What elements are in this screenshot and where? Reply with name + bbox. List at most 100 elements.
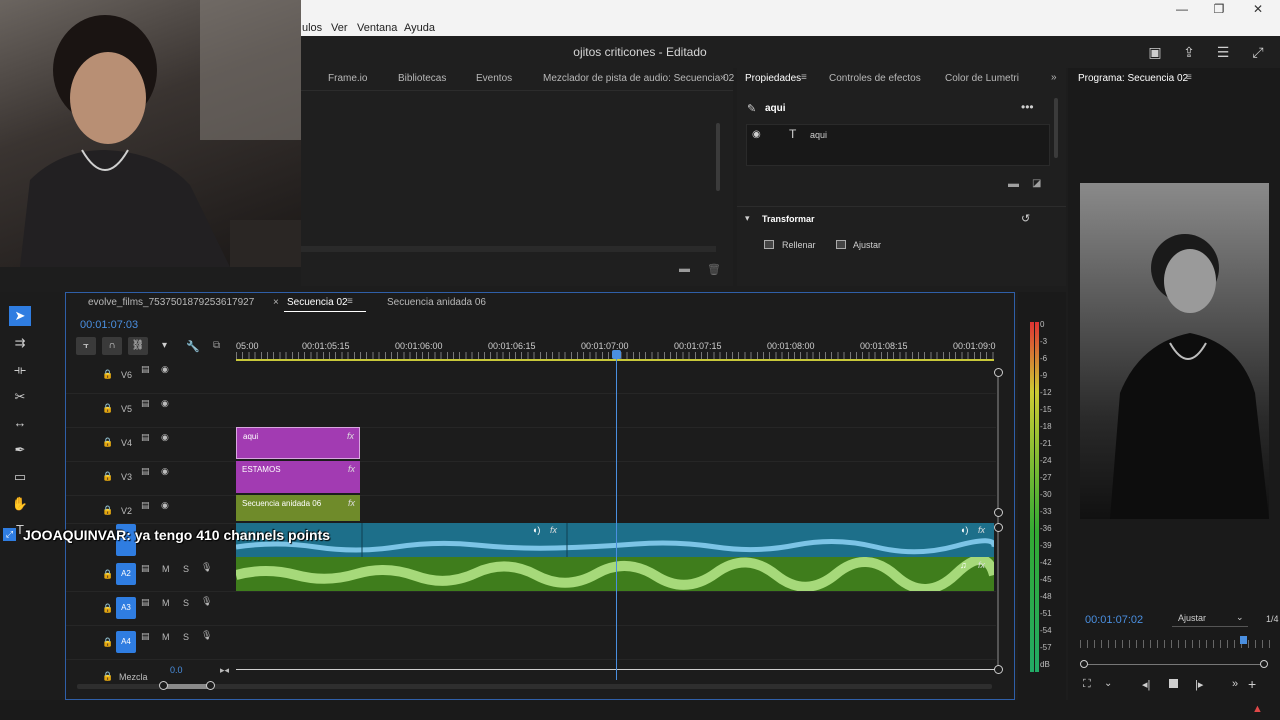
zoom-handle-right[interactable]: [1260, 660, 1268, 668]
lock-icon[interactable]: 🔒: [102, 505, 113, 516]
track-label-v4[interactable]: V4: [121, 438, 132, 448]
stop-icon[interactable]: [1169, 679, 1178, 688]
track-label-v6[interactable]: V6: [121, 370, 132, 380]
sync-lock-icon[interactable]: ▤: [141, 500, 150, 511]
microphone-icon[interactable]: 🎙: [201, 630, 212, 641]
tab-nested-sequence-06[interactable]: Secuencia anidada 06: [387, 297, 486, 308]
mute-button[interactable]: M: [162, 598, 170, 608]
tab-sequence-evolve[interactable]: evolve_films_7537501879253617927: [88, 297, 254, 308]
scroll-handle[interactable]: [994, 665, 1003, 674]
menu-item-window[interactable]: Ventana: [357, 22, 397, 34]
minimize-button[interactable]: —: [1162, 2, 1202, 18]
insert-nested-icon[interactable]: ⫟: [76, 337, 96, 355]
fx-badge[interactable]: fx: [347, 431, 354, 441]
rectangle-tool-icon[interactable]: ▭: [9, 467, 31, 487]
chevron-down-icon[interactable]: ⌄: [1104, 678, 1112, 689]
fit-checkbox[interactable]: [836, 240, 846, 249]
track-label-v2[interactable]: V2: [121, 506, 132, 516]
scroll-handle[interactable]: [994, 523, 1003, 532]
maximize-button[interactable]: ❐: [1199, 2, 1239, 18]
menu-item-clips[interactable]: ulos: [302, 22, 322, 34]
tab-effect-controls[interactable]: Controles de efectos: [829, 73, 921, 84]
resolution-dropdown[interactable]: 1/4: [1266, 614, 1279, 624]
sync-lock-icon[interactable]: ▤: [141, 563, 150, 574]
chevron-down-icon[interactable]: ▾: [745, 213, 750, 224]
razor-tool-icon[interactable]: ✂: [9, 387, 31, 407]
tab-audio-mixer[interactable]: Mezclador de pista de audio: Secuencia 0…: [543, 73, 734, 84]
add-button-icon[interactable]: +: [1248, 676, 1256, 692]
mute-button[interactable]: M: [162, 564, 170, 574]
menu-item-view[interactable]: Ver: [331, 22, 348, 34]
playhead-line[interactable]: [616, 350, 617, 680]
mix-value[interactable]: 0.0: [170, 665, 183, 675]
clip-v2[interactable]: Secuencia anidada 06 fx: [236, 495, 360, 521]
horizontal-scroll-thumb[interactable]: [164, 684, 210, 689]
marker-icon[interactable]: ▾: [162, 340, 167, 351]
fill-checkbox[interactable]: [764, 240, 774, 249]
track-target-a3[interactable]: A3: [116, 597, 136, 619]
text-layer-name[interactable]: aqui: [810, 130, 827, 140]
chevron-right-icon[interactable]: »: [720, 72, 726, 83]
solo-button[interactable]: S: [183, 598, 189, 608]
track-select-tool-icon[interactable]: ⇉: [9, 333, 31, 353]
microphone-icon[interactable]: 🎙: [201, 596, 212, 607]
scrollbar[interactable]: [716, 123, 720, 191]
lock-icon[interactable]: 🔒: [102, 369, 113, 380]
more-controls-icon[interactable]: »: [1232, 678, 1238, 690]
warning-icon[interactable]: ▲: [1252, 703, 1263, 715]
quick-export-icon[interactable]: ▣: [1146, 44, 1164, 60]
close-icon[interactable]: ×: [273, 297, 279, 308]
tab-events[interactable]: Eventos: [476, 73, 512, 84]
fx-badge[interactable]: fx: [550, 525, 557, 535]
menu-icon[interactable]: ≡: [1186, 72, 1192, 83]
fx-badge[interactable]: fx: [978, 525, 985, 535]
menu-item-help[interactable]: Ayuda: [404, 22, 435, 34]
ripple-edit-tool-icon[interactable]: ⟛: [9, 360, 31, 380]
track-target-a4[interactable]: A4: [116, 631, 136, 653]
eye-icon[interactable]: ◉: [752, 129, 761, 140]
section-title[interactable]: Transformar: [762, 214, 815, 224]
horizontal-scrollbar[interactable]: [301, 246, 716, 252]
clip-v4[interactable]: aqui fx: [236, 427, 360, 459]
lock-icon[interactable]: 🔒: [102, 569, 113, 580]
tab-sequence-02[interactable]: Secuencia 02: [287, 297, 348, 308]
program-preview[interactable]: [1080, 183, 1269, 519]
scroll-handle[interactable]: [994, 508, 1003, 517]
fx-badge[interactable]: fx: [978, 560, 985, 570]
captions-icon[interactable]: ⧉: [213, 340, 220, 351]
step-back-icon[interactable]: ◂|: [1142, 678, 1150, 691]
sync-lock-icon[interactable]: ▤: [141, 398, 150, 409]
chevron-right-icon[interactable]: »: [1051, 72, 1057, 83]
folder-icon[interactable]: ▬: [1008, 178, 1019, 190]
skip-icon[interactable]: ▸◂: [220, 665, 229, 676]
sync-lock-icon[interactable]: ▤: [141, 597, 150, 608]
sync-lock-icon[interactable]: ▤: [141, 364, 150, 375]
zoom-bar[interactable]: [1084, 664, 1264, 665]
folder-icon[interactable]: ▬: [679, 263, 690, 275]
wrench-icon[interactable]: 🔧: [186, 340, 200, 353]
sync-lock-icon[interactable]: ▤: [141, 466, 150, 477]
track-label-v5[interactable]: V5: [121, 404, 132, 414]
track-label-v3[interactable]: V3: [121, 472, 132, 482]
sync-lock-icon[interactable]: ▤: [141, 631, 150, 642]
tab-properties[interactable]: Propiedades: [745, 73, 801, 84]
eye-icon[interactable]: ◉: [161, 398, 169, 409]
reset-icon[interactable]: ↺: [1021, 212, 1030, 225]
eye-icon[interactable]: ◉: [161, 364, 169, 375]
microphone-icon[interactable]: 🎙: [201, 562, 212, 573]
sync-lock-icon[interactable]: ▤: [141, 432, 150, 443]
solo-button[interactable]: S: [183, 564, 189, 574]
zoom-handle-left[interactable]: [1080, 660, 1088, 668]
hand-tool-icon[interactable]: ✋: [9, 494, 31, 514]
linked-selection-icon[interactable]: ⛓: [128, 337, 148, 355]
mix-volume-line[interactable]: [236, 669, 998, 670]
close-button[interactable]: ✕: [1238, 2, 1278, 18]
snap-magnet-icon[interactable]: ∩: [102, 337, 122, 355]
pen-tool-icon[interactable]: ✒: [9, 440, 31, 460]
lock-icon[interactable]: 🔒: [102, 637, 113, 648]
scrollbar[interactable]: [1054, 98, 1058, 158]
fx-badge[interactable]: fx: [348, 464, 355, 474]
audio-clip-a2[interactable]: [234, 554, 999, 594]
eye-icon[interactable]: ◉: [161, 432, 169, 443]
program-playhead[interactable]: [1240, 636, 1247, 644]
